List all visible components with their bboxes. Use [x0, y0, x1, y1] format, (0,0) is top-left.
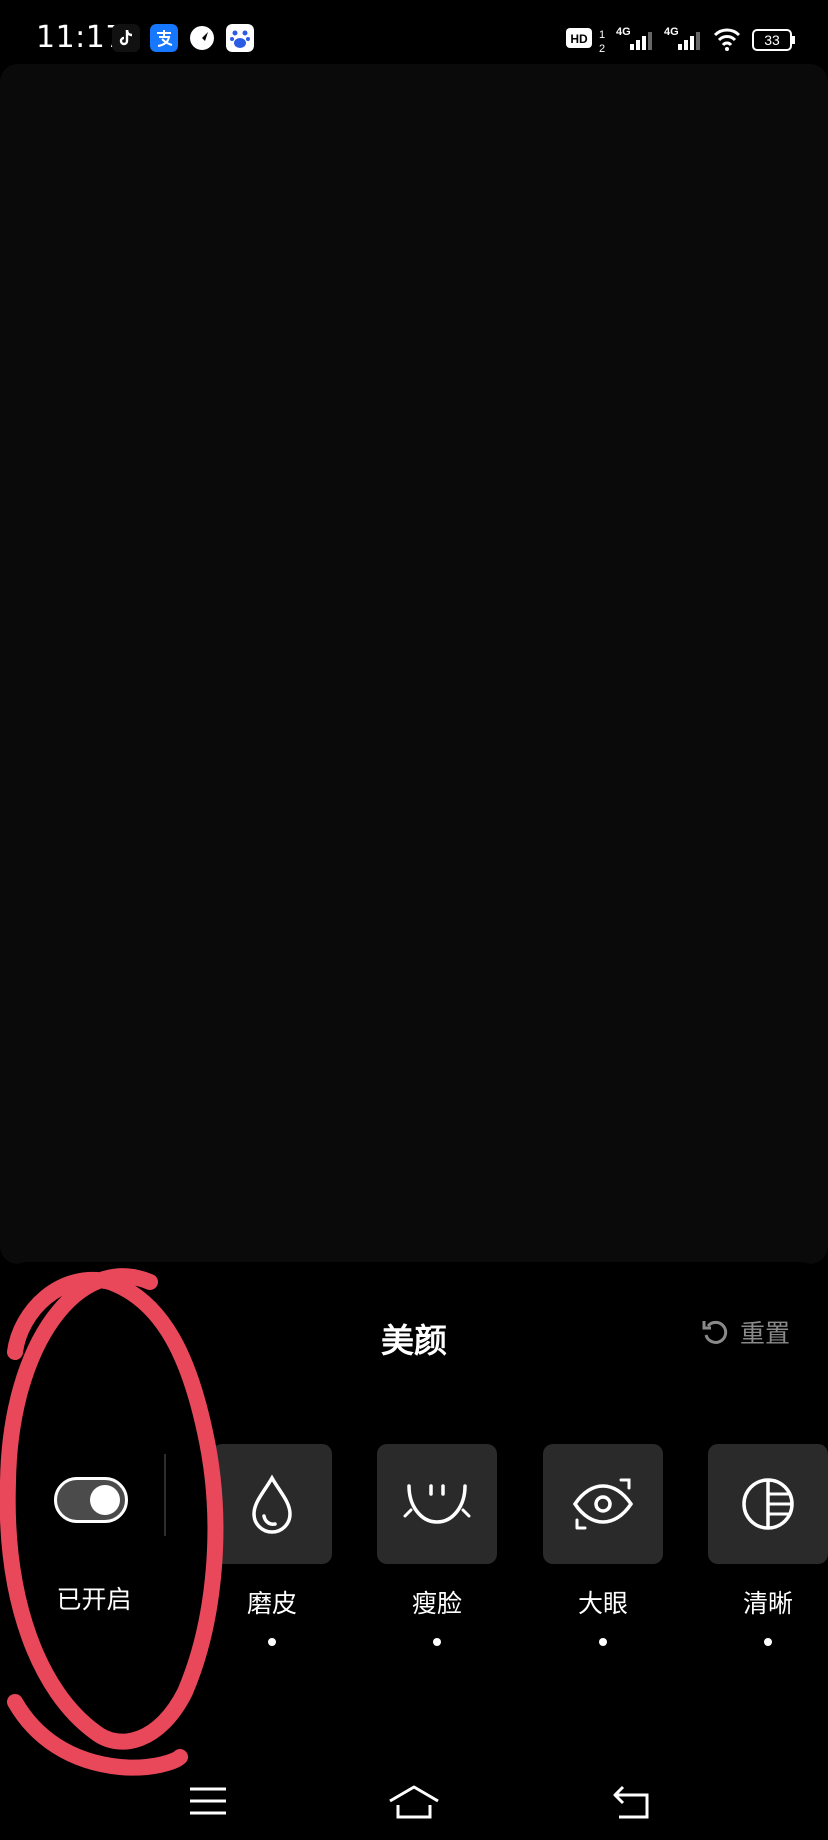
menu-icon: [190, 1787, 226, 1815]
effect-tile[interactable]: [543, 1444, 663, 1564]
navigation-bar: [0, 1760, 828, 1840]
effect-clarity[interactable]: 清晰: [708, 1444, 828, 1646]
adjusted-dot: [599, 1638, 607, 1646]
clarity-icon: [742, 1478, 794, 1530]
toggle-switch[interactable]: [54, 1477, 128, 1523]
hd-voice-icon: HD 1 2: [566, 28, 605, 54]
battery-icon: 33: [752, 29, 795, 51]
svg-text:4G: 4G: [616, 26, 631, 38]
adjusted-dot: [764, 1638, 772, 1646]
compass-icon: [190, 26, 214, 50]
signal-4g-icon-2: 4G: [664, 26, 700, 50]
effect-label: 磨皮: [246, 1589, 297, 1618]
face-slim-icon: [403, 1484, 471, 1524]
menu-button[interactable]: [178, 1776, 238, 1826]
eye-icon: [572, 1478, 634, 1530]
reset-button[interactable]: 重置: [700, 1314, 790, 1350]
effect-smoothing[interactable]: 磨皮: [212, 1444, 332, 1646]
camera-preview[interactable]: [0, 64, 828, 1264]
baidu-icon: [226, 24, 254, 52]
back-button[interactable]: [601, 1776, 661, 1826]
wifi-icon: [713, 28, 741, 51]
toggle-knob: [90, 1485, 120, 1515]
beauty-panel: 美颜 重置 已开启 磨皮 瘦脸 大眼 清晰: [0, 1262, 828, 1840]
notification-icons: [112, 24, 254, 52]
svg-text:2: 2: [599, 43, 605, 54]
home-button[interactable]: [384, 1776, 444, 1826]
svg-text:4G: 4G: [664, 26, 679, 38]
alipay-icon: [150, 24, 178, 52]
signal-4g-icon-1: 4G: [616, 26, 652, 50]
effect-label: 清晰: [742, 1589, 793, 1618]
effect-label: 大眼: [577, 1589, 628, 1618]
system-icons: HD 1 2 4G 4G 33: [566, 24, 798, 54]
effect-tile[interactable]: [377, 1444, 497, 1564]
adjusted-dot: [268, 1638, 276, 1646]
divider: [164, 1454, 166, 1536]
toggle-label: 已开启: [56, 1585, 132, 1614]
reset-icon: [702, 1320, 728, 1344]
svg-text:33: 33: [764, 32, 780, 48]
reset-label: 重置: [739, 1319, 790, 1348]
home-icon: [389, 1785, 439, 1819]
effect-tile[interactable]: [212, 1444, 332, 1564]
beauty-toggle[interactable]: [54, 1477, 128, 1523]
svg-text:1: 1: [599, 29, 605, 41]
effect-label: 瘦脸: [411, 1589, 462, 1618]
svg-text:HD: HD: [570, 32, 588, 46]
effect-tile[interactable]: [708, 1444, 828, 1564]
tiktok-icon: [112, 24, 140, 52]
back-icon: [613, 1785, 649, 1819]
effect-big-eyes[interactable]: 大眼: [543, 1444, 663, 1646]
drop-icon: [252, 1474, 292, 1534]
adjusted-dot: [433, 1638, 441, 1646]
effect-face-slim[interactable]: 瘦脸: [377, 1444, 497, 1646]
